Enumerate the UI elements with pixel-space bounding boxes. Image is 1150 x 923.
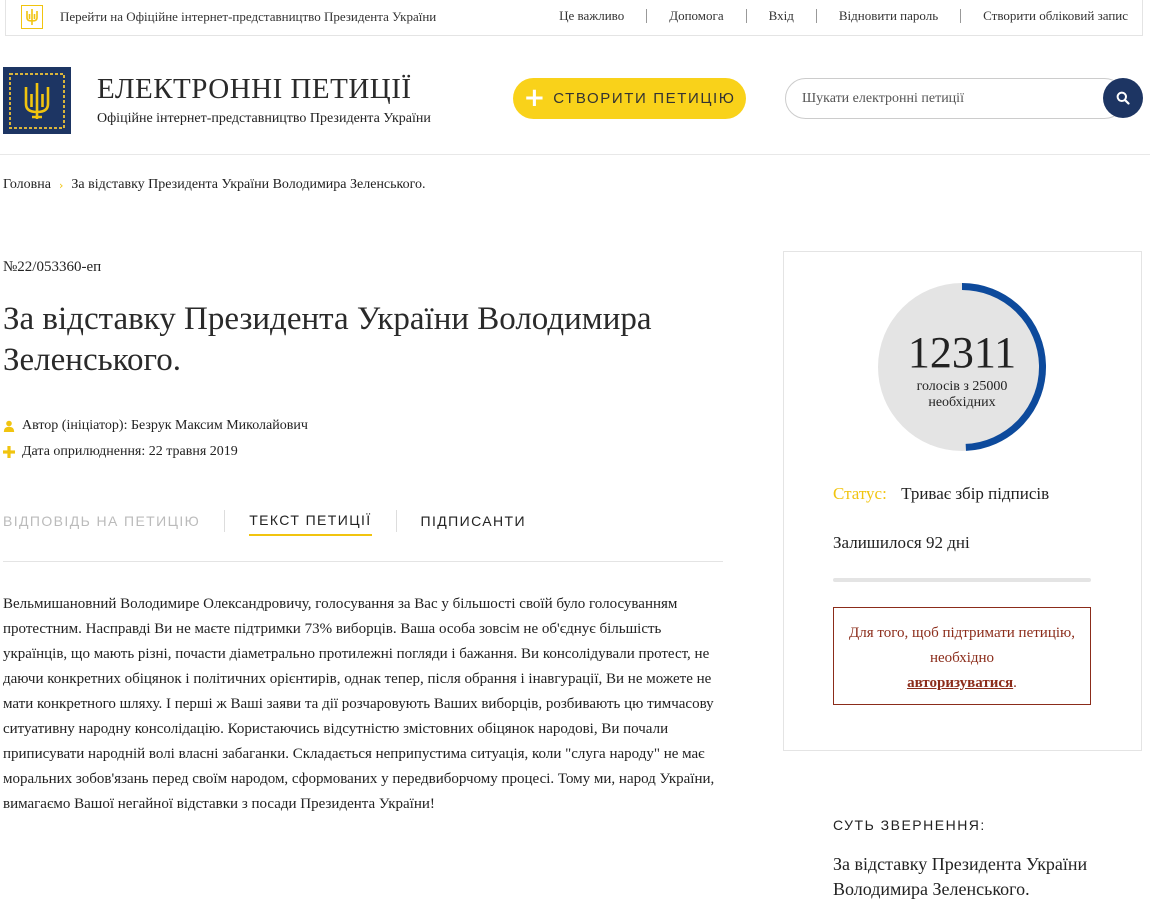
- tab-signers[interactable]: ПІДПИСАНТИ: [421, 513, 526, 535]
- date-text: Дата оприлюднення: 22 травня 2019: [22, 444, 238, 459]
- top-nav: Це важливо Допомога Вхід Відновити парол…: [537, 9, 1128, 23]
- nav-register[interactable]: Створити обліковий запис: [960, 9, 1128, 23]
- petition-status: Статус: Триває збір підписів: [833, 484, 1049, 504]
- petition-tabs: ВІДПОВІДЬ НА ПЕТИЦІЮ ТЕКСТ ПЕТИЦІЇ ПІДПИ…: [3, 510, 526, 536]
- nav-help[interactable]: Допомога: [646, 9, 745, 23]
- petition-date: Дата оприлюднення: 22 травня 2019: [3, 444, 238, 460]
- days-remaining: Залишилося 92 дні: [833, 533, 970, 552]
- petition-number: №22/053360-еп: [3, 259, 102, 275]
- auth-notice-text: Для того, щоб підтримати петицію, необхі…: [849, 625, 1075, 666]
- votes-count: 12311: [907, 328, 1017, 377]
- plus-icon: +: [523, 82, 546, 113]
- header-divider: [0, 154, 1150, 155]
- search-bar: [785, 78, 1143, 119]
- create-petition-button[interactable]: + СТВОРИТИ ПЕТИЦІЮ: [513, 78, 746, 119]
- breadcrumb-home[interactable]: Головна: [3, 177, 51, 193]
- status-label: Статус:: [833, 484, 887, 503]
- breadcrumb-current: За відставку Президента України Володими…: [71, 177, 426, 192]
- remaining-bar: [833, 578, 1091, 582]
- trident-icon[interactable]: [21, 5, 43, 29]
- breadcrumb: Головна › За відставку Президента Україн…: [3, 177, 426, 193]
- user-icon: [3, 420, 15, 432]
- create-petition-label: СТВОРИТИ ПЕТИЦІЮ: [553, 90, 736, 107]
- essence-label: СУТЬ ЗВЕРНЕННЯ:: [833, 817, 986, 833]
- votes-caption: голосів з 25000 необхідних: [916, 379, 1008, 410]
- petition-author: Автор (ініціатор): Безрук Максим Миколай…: [3, 418, 308, 434]
- tab-divider: [395, 510, 397, 532]
- auth-link[interactable]: авторизуватися: [907, 675, 1013, 691]
- search-icon: [1116, 91, 1130, 105]
- site-title[interactable]: ЕЛЕКТРОННІ ПЕТИЦІЇ: [97, 73, 412, 106]
- nav-important[interactable]: Це важливо: [537, 9, 646, 23]
- page-title: За відставку Президента України Володими…: [3, 301, 652, 378]
- official-site-link[interactable]: Перейти на Офіційне інтернет-представниц…: [60, 9, 436, 25]
- nav-login[interactable]: Вхід: [745, 9, 816, 23]
- author-text: Автор (ініціатор): Безрук Максим Миколай…: [22, 418, 308, 433]
- nav-restore-password[interactable]: Відновити пароль: [815, 9, 960, 23]
- auth-notice: Для того, щоб підтримати петицію, необхі…: [833, 607, 1091, 705]
- auth-notice-end: .: [1013, 675, 1017, 691]
- tab-divider: [224, 510, 226, 532]
- site-subtitle: Офіційне інтернет-представництво Президе…: [97, 111, 431, 126]
- search-input[interactable]: [785, 78, 1125, 119]
- tabs-divider: [3, 561, 723, 562]
- search-button[interactable]: [1103, 78, 1143, 118]
- essence-text: За відставку Президента України Володими…: [833, 854, 1088, 899]
- status-value: Триває збір підписів: [901, 484, 1050, 503]
- site-logo[interactable]: [3, 67, 71, 134]
- tab-response[interactable]: ВІДПОВІДЬ НА ПЕТИЦІЮ: [3, 513, 200, 535]
- plus-icon: [3, 446, 15, 458]
- top-utility-bar: Перейти на Офіційне інтернет-представниц…: [5, 0, 1143, 36]
- chevron-right-icon: ›: [58, 178, 64, 192]
- tab-petition-text[interactable]: ТЕКСТ ПЕТИЦІЇ: [249, 512, 372, 536]
- trident-emblem-icon: [9, 72, 65, 129]
- petition-body-text: Вельмишановний Володимире Олександровичу…: [3, 596, 715, 812]
